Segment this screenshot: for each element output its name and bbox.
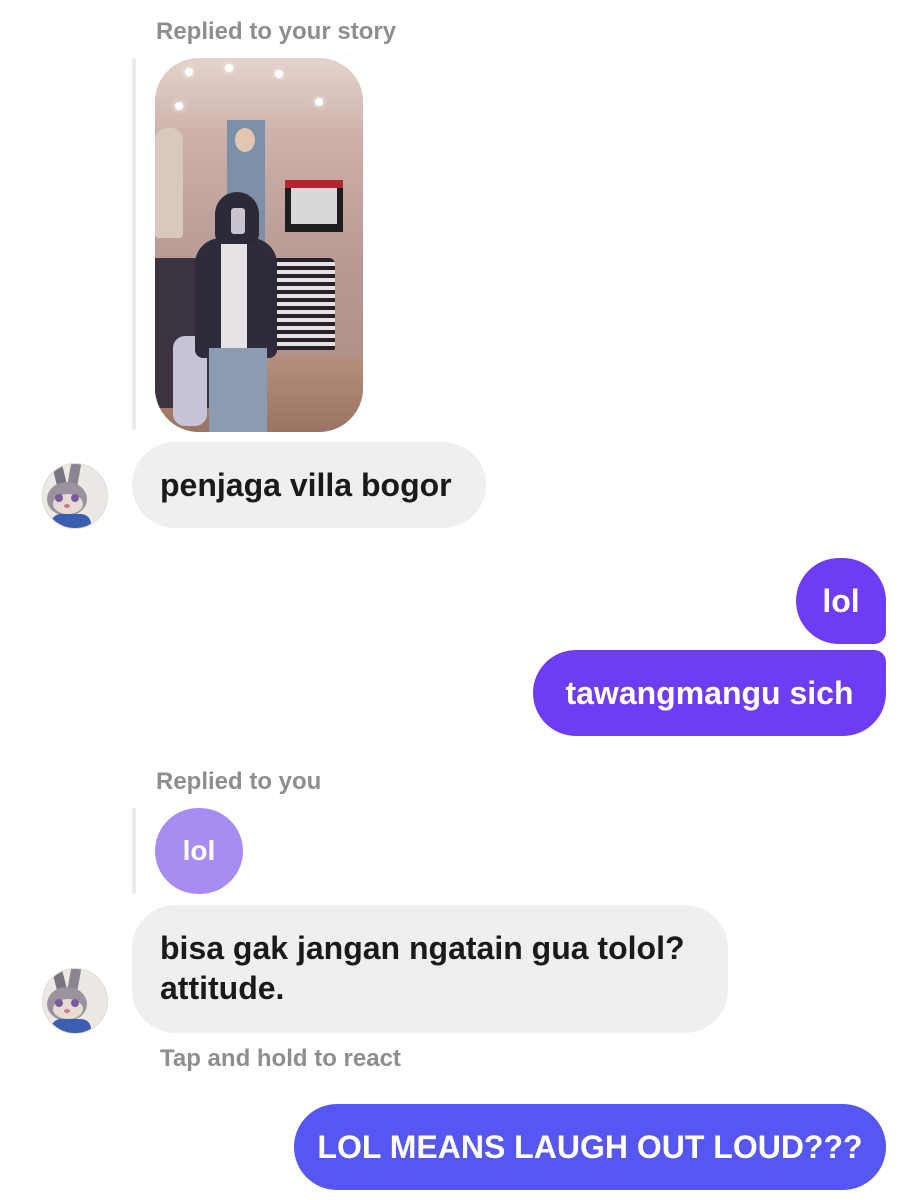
reply-indicator-bar: [132, 808, 136, 894]
person-jeans: [209, 348, 267, 432]
react-hint: Tap and hold to react: [160, 1045, 401, 1072]
incoming-message[interactable]: penjaga villa bogor: [132, 442, 486, 528]
mannequin: [155, 128, 183, 238]
bunny-eye-icon: [55, 999, 63, 1007]
ceiling-light: [175, 102, 183, 110]
bunny-eye-icon: [71, 494, 79, 502]
phone: [231, 208, 245, 234]
bunny-eye-icon: [71, 999, 79, 1007]
ceiling-light: [185, 68, 193, 76]
person-shirt: [221, 244, 247, 354]
message-line: attitude.: [160, 970, 285, 1006]
chat-thread: Replied to your story penjaga villa bogo…: [0, 0, 906, 1200]
quoted-message[interactable]: lol: [155, 808, 243, 894]
bunny-eye-icon: [55, 494, 63, 502]
ceiling-light: [225, 64, 233, 72]
outgoing-message[interactable]: lol: [796, 558, 886, 644]
ceiling-light: [315, 98, 323, 106]
reply-to-you-label: Replied to you: [156, 768, 322, 795]
contact-avatar[interactable]: [42, 463, 108, 529]
poster-sticker-photo: [291, 188, 337, 224]
story-reply-label: Replied to your story: [156, 18, 397, 45]
contact-avatar[interactable]: [42, 968, 108, 1034]
incoming-message[interactable]: bisa gak jangan ngatain gua tolol? attit…: [132, 905, 728, 1033]
outgoing-message[interactable]: LOL MEANS LAUGH OUT LOUD???: [294, 1104, 886, 1190]
bunny-nose-icon: [64, 504, 70, 508]
bunny-body-icon: [51, 514, 91, 528]
banner-face: [235, 128, 255, 152]
bunny-nose-icon: [64, 1009, 70, 1013]
poster-sticker-stripe: [285, 180, 343, 188]
outgoing-message[interactable]: tawangmangu sich: [533, 650, 886, 736]
story-thumbnail[interactable]: [155, 58, 363, 432]
reply-indicator-bar: [132, 58, 136, 430]
ceiling-light: [275, 70, 283, 78]
bunny-body-icon: [51, 1019, 91, 1033]
message-line: bisa gak jangan ngatain gua tolol?: [160, 930, 685, 966]
striped-shirt: [267, 258, 335, 350]
